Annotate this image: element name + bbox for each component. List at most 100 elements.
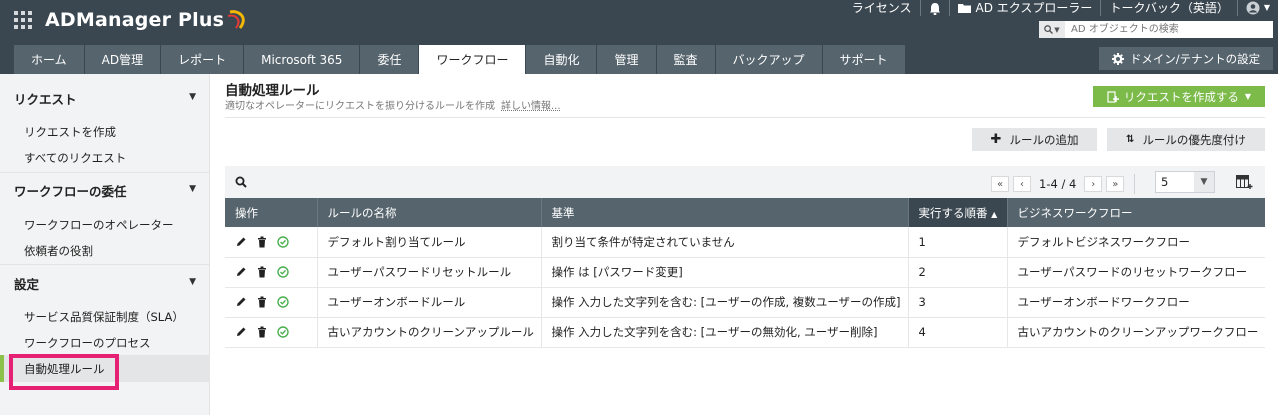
edit-pencil-icon[interactable] bbox=[235, 296, 247, 308]
chevron-down-icon: ▼ bbox=[1244, 92, 1252, 101]
tab-ad-management[interactable]: AD管理 bbox=[84, 45, 162, 74]
column-header-execution-order[interactable]: 実行する順番 ▲ bbox=[908, 198, 1008, 227]
chevron-down-icon: ▼ bbox=[1194, 172, 1214, 192]
chevron-down-icon: ▼ bbox=[1263, 3, 1270, 12]
next-page-button[interactable]: › bbox=[1084, 176, 1103, 192]
tab-microsoft-365[interactable]: Microsoft 365 bbox=[244, 45, 361, 74]
row-actions bbox=[225, 227, 318, 258]
sidebar-section-title: ワークフローの委任 bbox=[14, 184, 127, 199]
tab-delegation[interactable]: 委任 bbox=[360, 45, 420, 74]
page-subtitle: 適切なオペレーターにリクエストを振り分けるルールを作成 詳しい情報... bbox=[225, 97, 561, 112]
rule-name-cell[interactable]: ユーザーオンボードルール bbox=[317, 287, 542, 318]
domain-settings-label: ドメイン/テナントの設定 bbox=[1129, 51, 1261, 66]
learn-more-link[interactable]: 詳しい情報... bbox=[501, 101, 561, 112]
sort-ascending-icon: ▲ bbox=[991, 209, 998, 219]
create-request-icon bbox=[1107, 90, 1119, 103]
table-header-row: 操作 ルールの名称 基準 実行する順番 ▲ ビジネスワークフロー bbox=[225, 198, 1265, 227]
tab-support[interactable]: サポート bbox=[822, 45, 906, 74]
tab-reports[interactable]: レポート bbox=[161, 45, 245, 74]
criteria-cell: 操作 入力した文字列を含む: [ユーザーの作成, 複数ユーザーの作成] bbox=[541, 287, 909, 318]
folder-icon bbox=[957, 4, 971, 13]
talkback-link[interactable]: トークバック（英語） bbox=[1101, 0, 1238, 16]
tab-automation[interactable]: 自動化 bbox=[526, 45, 598, 74]
prioritize-rules-label: ルールの優先度付け bbox=[1142, 132, 1246, 147]
workflow-cell: ユーザーオンボードワークフロー bbox=[1007, 287, 1265, 318]
create-request-button[interactable]: リクエストを作成する ▼ bbox=[1093, 86, 1265, 107]
user-avatar-icon bbox=[1246, 1, 1260, 15]
enabled-check-icon[interactable] bbox=[277, 266, 289, 278]
rows-per-page-value: 5 bbox=[1161, 175, 1169, 189]
enabled-check-icon[interactable] bbox=[277, 236, 289, 248]
app-name: ADManager Plus bbox=[45, 9, 225, 31]
highlight-box bbox=[9, 354, 119, 390]
last-page-button[interactable]: » bbox=[1106, 176, 1125, 192]
rule-name-cell[interactable]: 古いアカウントのクリーンアップルール bbox=[317, 317, 542, 348]
page-title: 自動処理ルール bbox=[225, 83, 320, 99]
first-page-button[interactable]: « bbox=[991, 176, 1009, 192]
sidebar-item-requester-roles[interactable]: 依頼者の役割 bbox=[24, 243, 93, 259]
delete-trash-icon[interactable] bbox=[256, 326, 268, 338]
row-actions bbox=[225, 257, 318, 288]
delete-trash-icon[interactable] bbox=[256, 266, 268, 278]
domain-settings-button[interactable]: ドメイン/テナントの設定 bbox=[1099, 47, 1273, 70]
top-links: ライセンス AD エクスプローラー トークバック（英語） ▼ bbox=[844, 0, 1278, 16]
order-cell: 4 bbox=[908, 317, 1008, 348]
sidebar-section-workflow-delegation[interactable]: ワークフローの委任 ▼ bbox=[14, 181, 196, 200]
rule-name-cell[interactable]: デフォルト割り当てルール bbox=[317, 227, 542, 258]
table-row: 古いアカウントのクリーンアップルール 操作 入力した文字列を含む: [ユーザーの… bbox=[225, 317, 1265, 348]
tab-backup[interactable]: バックアップ bbox=[715, 45, 823, 74]
sidebar-item-workflow-operators[interactable]: ワークフローのオペレーター bbox=[24, 217, 174, 233]
edit-pencil-icon[interactable] bbox=[235, 236, 247, 248]
tab-home[interactable]: ホーム bbox=[14, 45, 85, 74]
search-filter-dropdown[interactable]: ▼ bbox=[1039, 21, 1065, 38]
rows-per-page-select[interactable]: 5 ▼ bbox=[1155, 171, 1215, 193]
user-account-menu[interactable]: ▼ bbox=[1238, 0, 1278, 16]
license-link[interactable]: ライセンス bbox=[844, 0, 921, 16]
page-range: 1-4 / 4 bbox=[1039, 177, 1077, 191]
sidebar-item-workflow-process[interactable]: ワークフローのプロセス bbox=[24, 335, 151, 351]
search-icon[interactable] bbox=[235, 176, 247, 188]
sidebar-divider bbox=[0, 172, 210, 173]
app-logo-area: ADManager Plus bbox=[14, 8, 248, 32]
search-input[interactable] bbox=[1065, 22, 1265, 37]
column-header-label: 実行する順番 bbox=[918, 205, 988, 220]
ad-object-search[interactable]: ▼ bbox=[1039, 21, 1273, 38]
column-chooser-icon[interactable] bbox=[1236, 175, 1253, 189]
main-tabs: ホーム AD管理 レポート Microsoft 365 委任 ワークフロー 自動… bbox=[14, 45, 906, 74]
tab-workflow[interactable]: ワークフロー bbox=[419, 45, 527, 74]
ad-explorer-link[interactable]: AD エクスプローラー bbox=[950, 0, 1102, 16]
prev-page-button[interactable]: ‹ bbox=[1013, 176, 1031, 192]
edit-pencil-icon[interactable] bbox=[235, 326, 247, 338]
criteria-cell: 操作 入力した文字列を含む: [ユーザーの無効化, ユーザー削除] bbox=[541, 317, 909, 348]
enabled-check-icon[interactable] bbox=[277, 326, 289, 338]
tab-audit[interactable]: 監査 bbox=[656, 45, 716, 74]
workflow-cell: 古いアカウントのクリーンアップワークフロー bbox=[1007, 317, 1265, 348]
ad-explorer-label: AD エクスプローラー bbox=[975, 1, 1093, 15]
column-header-business-workflow[interactable]: ビジネスワークフロー bbox=[1007, 198, 1265, 227]
sidebar-item-sla[interactable]: サービス品質保証制度（SLA） bbox=[24, 309, 184, 325]
gear-icon bbox=[1111, 52, 1124, 65]
rule-name-cell[interactable]: ユーザーパスワードリセットルール bbox=[317, 257, 542, 288]
edit-pencil-icon[interactable] bbox=[235, 266, 247, 278]
sidebar-active-indicator bbox=[0, 355, 4, 382]
order-cell: 2 bbox=[908, 257, 1008, 288]
row-actions bbox=[225, 317, 318, 348]
sidebar-item-create-request[interactable]: リクエストを作成 bbox=[24, 124, 116, 140]
column-header-criteria[interactable]: 基準 bbox=[541, 198, 909, 227]
sidebar-item-all-requests[interactable]: すべてのリクエスト bbox=[24, 150, 126, 166]
sidebar: リクエスト ▼ リクエストを作成 すべてのリクエスト ワークフローの委任 ▼ ワ… bbox=[0, 74, 210, 415]
enabled-check-icon[interactable] bbox=[277, 296, 289, 308]
add-rule-button[interactable]: ✚ ルールの追加 bbox=[972, 128, 1097, 151]
notifications-bell-icon[interactable] bbox=[921, 0, 950, 16]
sort-arrows-icon: ⇅ bbox=[1126, 134, 1135, 145]
delete-trash-icon[interactable] bbox=[256, 296, 268, 308]
caret-down-icon: ▼ bbox=[189, 92, 196, 102]
sidebar-section-request[interactable]: リクエスト ▼ bbox=[14, 89, 196, 108]
delete-trash-icon[interactable] bbox=[256, 236, 268, 248]
column-header-rule-name[interactable]: ルールの名称 bbox=[317, 198, 542, 227]
sidebar-section-settings[interactable]: 設定 ▼ bbox=[14, 274, 196, 293]
sidebar-section-title: リクエスト bbox=[14, 92, 77, 107]
prioritize-rules-button[interactable]: ⇅ ルールの優先度付け bbox=[1107, 128, 1265, 151]
tab-admin[interactable]: 管理 bbox=[597, 45, 657, 74]
app-grid-icon[interactable] bbox=[14, 11, 32, 29]
